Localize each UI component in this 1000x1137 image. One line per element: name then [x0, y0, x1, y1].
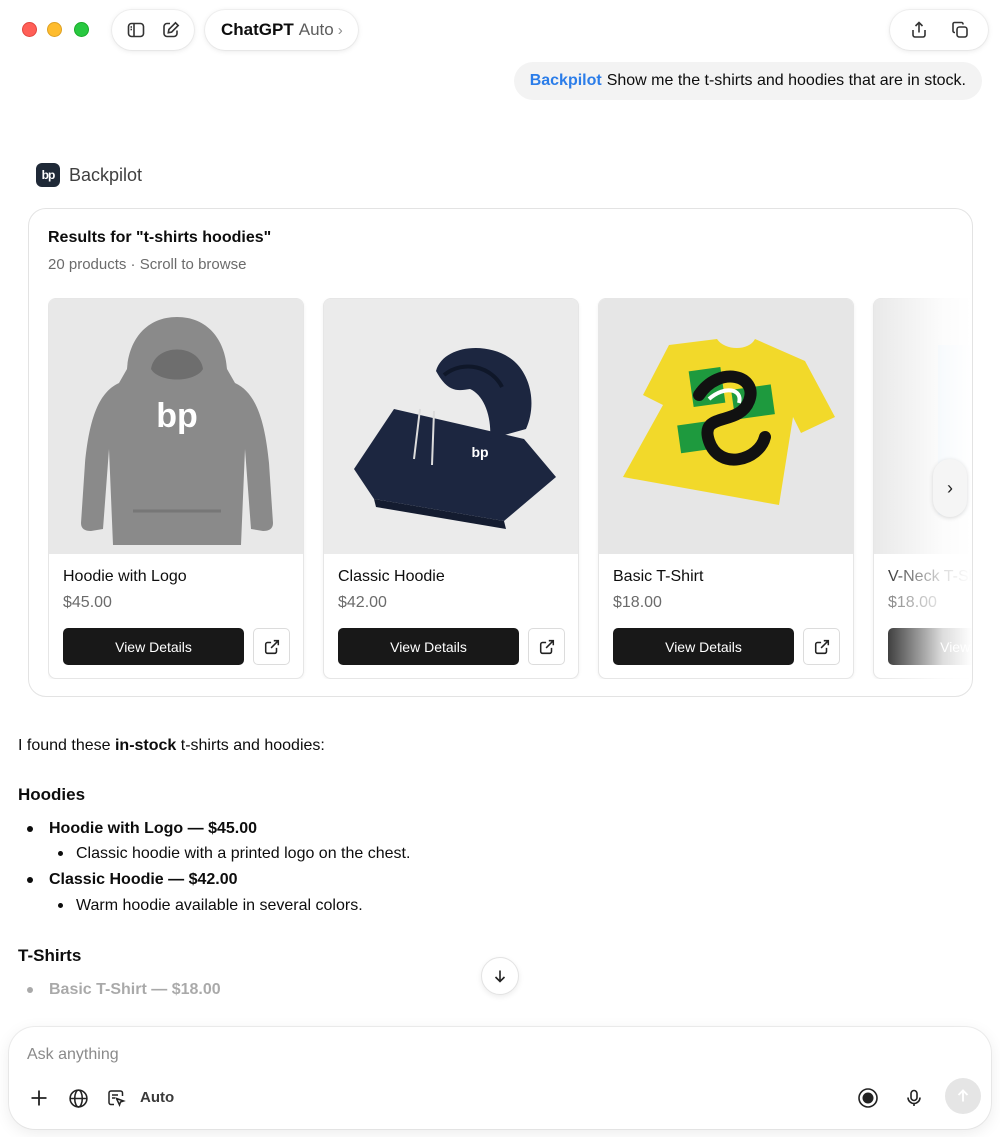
view-details-button[interactable]: View Details	[613, 628, 794, 665]
product-card[interactable]: bp Hoodie with Logo $45.00 View Details	[48, 298, 304, 679]
send-button[interactable]	[945, 1078, 981, 1114]
product-carousel[interactable]: bp Hoodie with Logo $45.00 View Details	[48, 298, 972, 679]
product-image[interactable]	[599, 299, 853, 554]
external-link-icon	[264, 639, 279, 654]
user-message-text: Show me the t-shirts and hoodies that ar…	[606, 72, 966, 89]
svg-text:bp: bp	[471, 444, 488, 460]
external-link-icon	[539, 639, 554, 654]
list-item-title: Hoodie with Logo — $45.00	[49, 819, 258, 837]
list-item-desc: Warm hoodie available in several colors.	[18, 893, 958, 919]
user-message-bubble: Backpilot Show me the t-shirts and hoodi…	[513, 62, 982, 100]
scroll-to-bottom-button[interactable]	[481, 957, 519, 995]
close-window-button[interactable]	[22, 22, 37, 37]
minimize-window-button[interactable]	[47, 22, 62, 37]
product-price: $42.00	[338, 594, 387, 611]
answer-intro: I found these in-stock t-shirts and hood…	[18, 733, 958, 759]
add-attachment-button[interactable]	[24, 1083, 54, 1113]
new-chat-button[interactable]	[156, 15, 186, 45]
carousel-next-button[interactable]: ›	[933, 459, 967, 517]
app-mention[interactable]: Backpilot	[530, 72, 602, 90]
list-item-title: Basic T-Shirt — $18.00	[49, 981, 221, 999]
tools-button[interactable]	[101, 1083, 131, 1113]
list-item-title: Classic Hoodie — $42.00	[49, 870, 238, 888]
hoodies-list: Hoodie with Logo — $45.00 Classic hoodie…	[18, 816, 958, 918]
product-name: Basic T-Shirt	[613, 568, 704, 585]
open-external-button[interactable]	[803, 628, 840, 665]
record-icon	[858, 1088, 878, 1108]
web-search-button[interactable]	[63, 1083, 93, 1113]
open-external-button[interactable]	[528, 628, 565, 665]
app-logo: bp	[36, 163, 60, 187]
results-card: Results for "t-shirts hoodies" 20 produc…	[28, 208, 973, 697]
share-icon	[911, 21, 926, 38]
sidebar-controls	[112, 10, 194, 50]
model-selector[interactable]: ChatGPT Auto ›	[205, 10, 358, 50]
product-image[interactable]: bp	[324, 299, 578, 554]
share-button[interactable]	[904, 15, 934, 45]
title-bar: ChatGPT Auto ›	[0, 0, 1000, 60]
voice-mode-button[interactable]	[853, 1083, 883, 1113]
list-item: Classic Hoodie — $42.00	[18, 867, 958, 893]
chat-window: ChatGPT Auto › Backpilot Show me the t-s…	[0, 0, 1000, 1137]
section-heading-hoodies: Hoodies	[18, 784, 86, 804]
view-details-button[interactable]: View Details	[888, 628, 972, 665]
microphone-icon	[907, 1089, 921, 1106]
model-mode: Auto	[298, 20, 334, 39]
product-price: $18.00	[888, 594, 937, 611]
product-name: V-Neck T-Shirt	[888, 568, 972, 585]
app-name: Backpilot	[69, 164, 143, 185]
arrow-up-icon	[957, 1089, 969, 1102]
plus-icon	[31, 1090, 47, 1106]
product-card[interactable]: Basic T-Shirt $18.00 View Details	[598, 298, 854, 679]
answer-intro-post: t-shirts and hoodies:	[176, 737, 325, 754]
list-item-desc: Classic hoodie with a printed logo on th…	[18, 841, 958, 867]
model-name: ChatGPT	[221, 20, 294, 39]
product-image[interactable]	[874, 299, 972, 554]
composer: Ask anything Auto	[9, 1027, 991, 1129]
sidebar-toggle-button[interactable]	[121, 15, 151, 45]
app-header: bp Backpilot	[36, 163, 142, 187]
product-name: Classic Hoodie	[338, 568, 445, 585]
product-image[interactable]: bp	[49, 299, 303, 554]
results-title: Results for "t-shirts hoodies"	[48, 229, 272, 246]
popout-button[interactable]	[945, 15, 975, 45]
product-name: Hoodie with Logo	[63, 568, 187, 585]
answer-intro-bold: in-stock	[114, 737, 177, 754]
external-link-icon	[814, 639, 829, 654]
product-price: $45.00	[63, 594, 112, 611]
chevron-right-icon: ›	[947, 477, 953, 498]
canvas-cursor-icon	[108, 1090, 126, 1108]
svg-text:bp: bp	[156, 397, 198, 435]
chevron-right-icon: ›	[337, 21, 343, 39]
zoom-window-button[interactable]	[74, 22, 89, 37]
view-details-button[interactable]: View Details	[63, 628, 244, 665]
arrow-down-icon	[494, 970, 506, 983]
window-actions	[890, 10, 988, 50]
copy-window-icon	[951, 21, 968, 38]
sidebar-icon	[127, 22, 144, 38]
results-subtitle: 20 products · Scroll to browse	[48, 256, 247, 273]
composer-input[interactable]: Ask anything	[27, 1046, 119, 1064]
compose-icon	[162, 21, 179, 38]
open-external-button[interactable]	[253, 628, 290, 665]
product-card[interactable]: bp Classic Hoodie $42.00 View Details	[323, 298, 579, 679]
answer-intro-pre: I found these	[18, 737, 115, 754]
list-item: Hoodie with Logo — $45.00	[18, 816, 958, 842]
globe-icon	[68, 1088, 88, 1108]
view-details-button[interactable]: View Details	[338, 628, 519, 665]
mode-selector[interactable]: Auto	[140, 1089, 174, 1106]
dictate-button[interactable]	[899, 1083, 929, 1113]
product-price: $18.00	[613, 594, 662, 611]
